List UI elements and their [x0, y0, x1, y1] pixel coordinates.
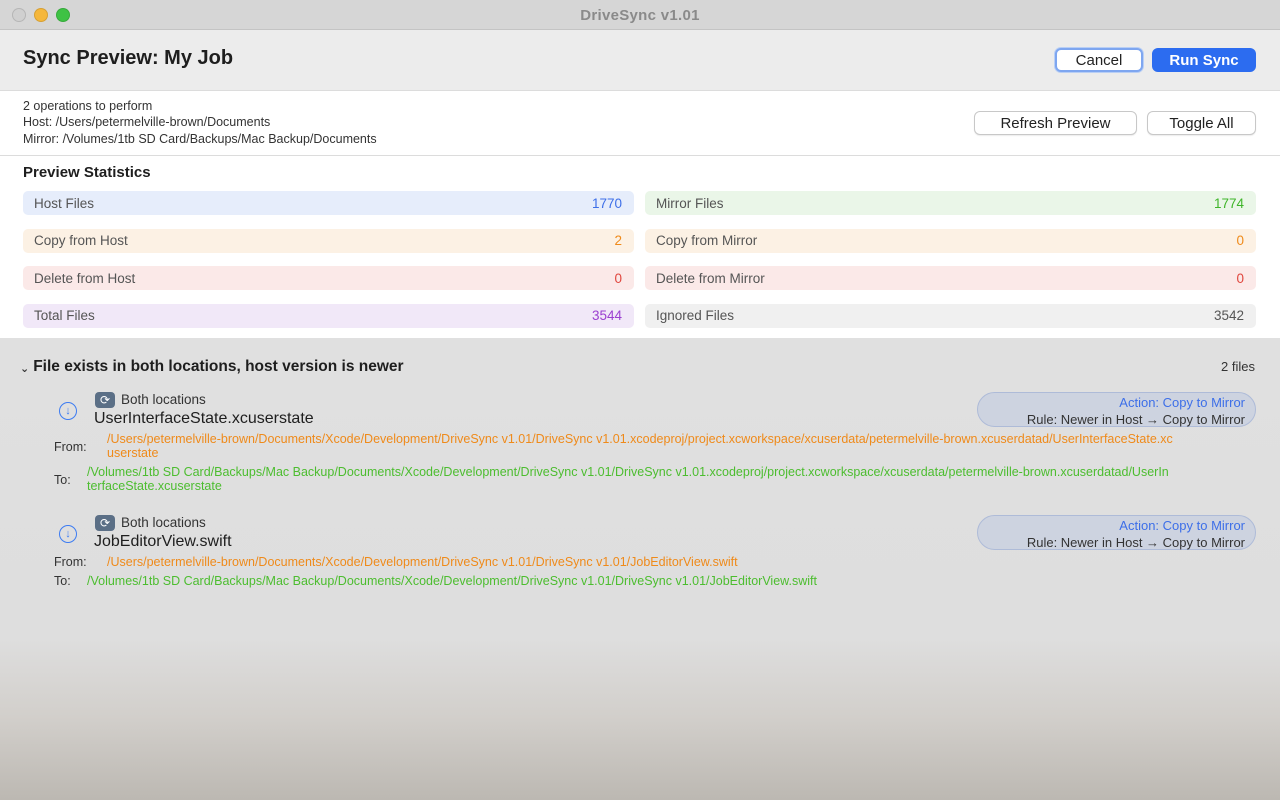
sync-both-icon: ⟳	[95, 515, 115, 531]
operations-count: 2 operations to perform	[23, 99, 153, 113]
stat-value: 0	[1236, 233, 1244, 248]
stat-label: Copy from Mirror	[656, 233, 758, 248]
chevron-down-icon[interactable]: ⌄	[20, 362, 29, 375]
group-title: File exists in both locations, host vers…	[33, 358, 404, 375]
run-sync-button[interactable]: Run Sync	[1152, 48, 1256, 72]
toggle-all-button[interactable]: Toggle All	[1147, 111, 1256, 135]
download-icon[interactable]: ↓	[59, 402, 77, 420]
host-path: Host: /Users/petermelville-brown/Documen…	[23, 115, 271, 129]
file-name: UserInterfaceState.xcuserstate	[94, 410, 314, 427]
to-label: To:	[54, 574, 71, 588]
rule-text: Rule: Newer in Host → Copy to Mirror	[1026, 412, 1245, 427]
stat-label: Mirror Files	[656, 195, 724, 211]
stat-host-files: Host Files 1770	[23, 191, 634, 215]
stat-value: 1774	[1213, 195, 1244, 211]
group-header[interactable]: ⌄ File exists in both locations, host ve…	[20, 358, 404, 376]
operations-info: 2 operations to perform Host: /Users/pet…	[0, 90, 1280, 156]
stat-value: 0	[614, 270, 622, 286]
from-path: /Users/petermelville-brown/Documents/Xco…	[107, 432, 1173, 460]
from-label: From:	[54, 555, 87, 569]
stat-total-files: Total Files 3544	[23, 303, 634, 328]
statistics-title: Preview Statistics	[23, 164, 151, 181]
cancel-button[interactable]: Cancel	[1055, 48, 1143, 72]
download-icon[interactable]: ↓	[59, 525, 77, 543]
stat-value: 3544	[591, 308, 622, 323]
stat-delete-from-host: Delete from Host 0	[23, 266, 634, 290]
stat-label: Total Files	[34, 308, 95, 323]
to-path: /Volumes/1tb SD Card/Backups/Mac Backup/…	[87, 465, 1169, 493]
preview-statistics: Preview Statistics Host Files 1770 Mirror …	[0, 156, 1280, 338]
action-text: Action: Copy to Mirror	[1119, 395, 1245, 410]
stat-label: Copy from Host	[34, 233, 128, 248]
title-bar: DriveSync v1.01	[0, 0, 1280, 30]
stat-value: 2	[614, 233, 622, 248]
stat-label: Delete from Mirror	[656, 270, 765, 286]
sync-both-icon: ⟳	[95, 392, 115, 408]
from-label: From:	[54, 440, 87, 454]
stat-value: 1770	[591, 195, 622, 211]
action-text: Action: Copy to Mirror	[1119, 518, 1245, 533]
file-list: ⌄ File exists in both locations, host ve…	[0, 338, 1280, 800]
mirror-path: Mirror: /Volumes/1tb SD Card/Backups/Mac…	[23, 132, 377, 146]
location-label: Both locations	[121, 515, 206, 530]
sheet-header: Sync Preview: My Job Cancel Run Sync	[0, 30, 1280, 90]
stat-label: Host Files	[34, 195, 95, 211]
stat-value: 0	[1236, 270, 1244, 286]
action-badge: Action: Copy to Mirror Rule: Newer in Ho…	[977, 392, 1256, 427]
stat-value: 3542	[1213, 308, 1244, 323]
stat-copy-from-host: Copy from Host 2	[23, 228, 634, 253]
refresh-preview-button[interactable]: Refresh Preview	[974, 111, 1137, 135]
stat-copy-from-mirror: Copy from Mirror 0	[645, 228, 1256, 253]
stat-delete-from-mirror: Delete from Mirror 0	[645, 266, 1256, 290]
location-label: Both locations	[121, 392, 206, 407]
stat-label: Delete from Host	[34, 270, 136, 286]
page-title: Sync Preview: My Job	[23, 47, 234, 69]
window-title: DriveSync v1.01	[580, 7, 700, 24]
action-badge: Action: Copy to Mirror Rule: Newer in Ho…	[977, 515, 1256, 550]
stat-ignored-files: Ignored Files 3542	[645, 303, 1256, 328]
from-path: /Users/petermelville-brown/Documents/Xco…	[107, 555, 738, 569]
stat-label: Ignored Files	[656, 308, 735, 323]
group-file-count: 2 files	[1221, 359, 1255, 374]
app-window: DriveSync v1.01 Sync Preview: My Job Can…	[0, 0, 1280, 800]
rule-text: Rule: Newer in Host → Copy to Mirror	[1026, 535, 1245, 550]
to-label: To:	[54, 473, 71, 487]
stat-mirror-files: Mirror Files 1774	[645, 191, 1256, 215]
to-path: /Volumes/1tb SD Card/Backups/Mac Backup/…	[87, 574, 817, 588]
file-name: JobEditorView.swift	[94, 533, 232, 550]
